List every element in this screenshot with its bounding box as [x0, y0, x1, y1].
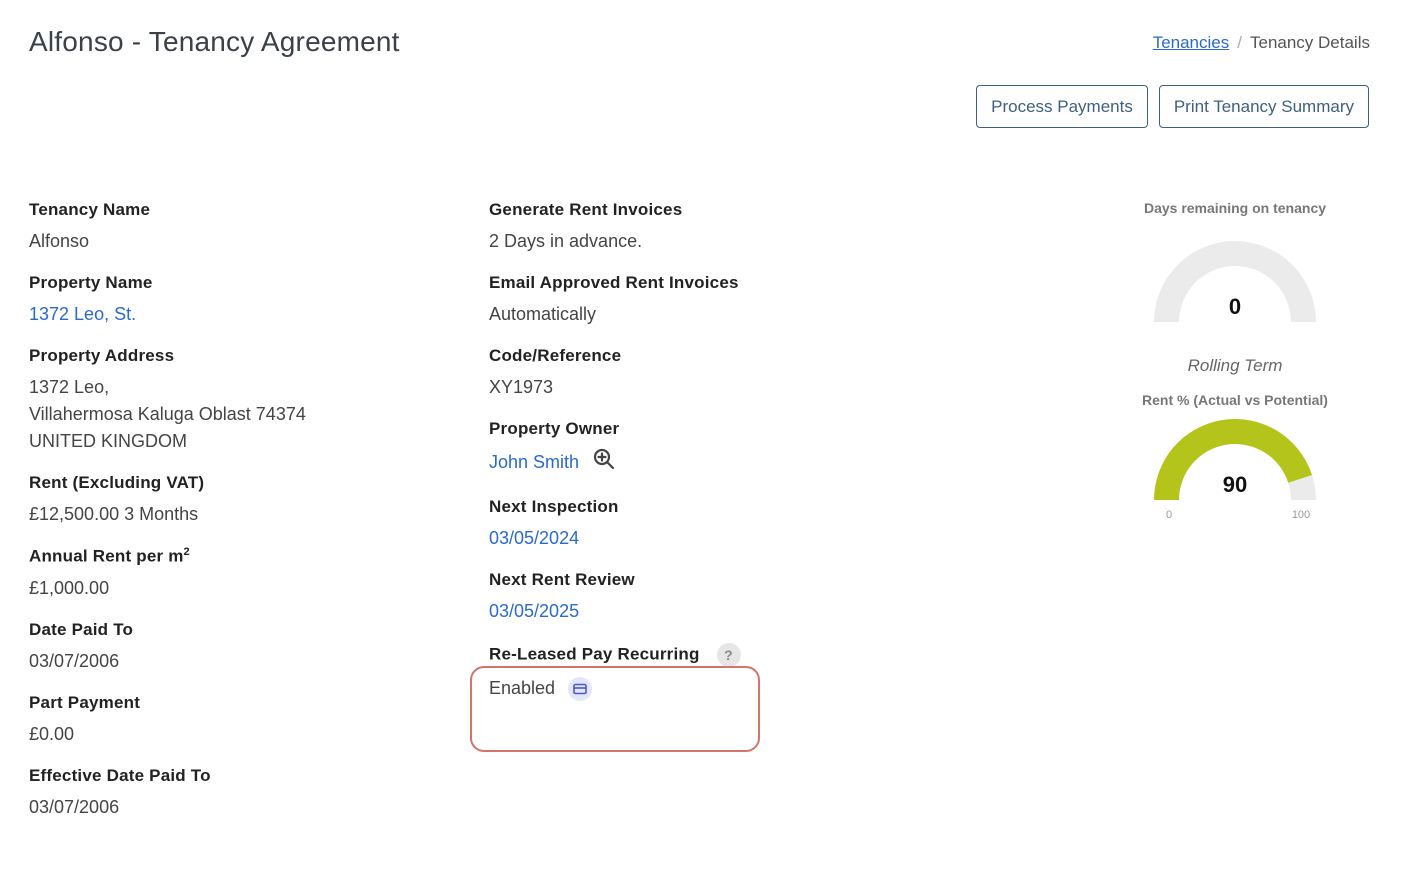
annual-rent-value: £1,000.00 — [29, 577, 110, 598]
rent-percent-gauge: 90 0 100 — [1154, 419, 1316, 521]
magnify-zoom-icon[interactable] — [592, 447, 616, 479]
details-middle-column: Generate Rent Invoices 2 Days in advance… — [489, 200, 909, 720]
code-reference-label: Code/Reference — [489, 346, 622, 365]
print-tenancy-summary-button[interactable]: Print Tenancy Summary — [1158, 85, 1369, 128]
rent-label: Rent (Excluding VAT) — [29, 473, 205, 492]
rent-gauge-value: 90 — [1223, 472, 1247, 497]
property-owner-value: John Smith — [489, 447, 909, 479]
days-remaining-gauge: 0 — [1154, 241, 1316, 322]
next-rent-review-field: Next Rent Review 03/05/2025 — [489, 570, 909, 625]
property-name-label: Property Name — [29, 273, 153, 292]
property-address-field: Property Address 1372 Leo, Villahermosa … — [29, 346, 449, 455]
rent-gauge-min: 0 — [1166, 509, 1172, 521]
annual-rent-label: Annual Rent per m2 — [29, 546, 449, 567]
recurring-pay-label: Re-Leased Pay Recurring ? — [489, 643, 909, 667]
property-name-link[interactable]: 1372 Leo, St. — [29, 301, 449, 328]
breadcrumb: Tenancies / Tenancy Details — [1153, 33, 1370, 53]
date-paid-to-label: Date Paid To — [29, 619, 134, 639]
rent-field: Rent (Excluding VAT) £12,500.00 3 Months — [29, 473, 449, 528]
rolling-term-label: Rolling Term — [1187, 356, 1283, 375]
rent-gauge-max: 100 — [1292, 509, 1310, 521]
generate-invoices-value: 2 Days in advance. — [489, 231, 643, 251]
effective-date-label: Effective Date Paid To — [29, 765, 211, 785]
part-payment-value: £0.00 — [29, 723, 75, 744]
property-name-field: Property Name 1372 Leo, St. — [29, 273, 449, 328]
next-inspection-field: Next Inspection 03/05/2024 — [489, 497, 909, 552]
process-payments-button[interactable]: Process Payments — [976, 85, 1148, 128]
effective-date-value: 03/07/2006 — [29, 796, 120, 817]
property-address-line1: 1372 Leo, — [29, 377, 110, 397]
property-owner-label: Property Owner — [489, 419, 620, 438]
details-left-column: Tenancy Name Alfonso Property Name 1372 … — [29, 200, 449, 839]
next-rent-review-label: Next Rent Review — [489, 570, 635, 589]
breadcrumb-current: Tenancy Details — [1249, 33, 1370, 52]
page-title: Alfonso - Tenancy Agreement — [29, 26, 400, 57]
recurring-highlight-outline — [470, 666, 760, 752]
annual-rent-label-text: Annual Rent per m — [29, 546, 184, 566]
action-bar: Process Payments Print Tenancy Summary — [976, 85, 1369, 128]
part-payment-label: Part Payment — [29, 692, 141, 712]
property-owner-field: Property Owner John Smith — [489, 419, 909, 479]
next-rent-review-link[interactable]: 03/05/2025 — [489, 598, 909, 625]
property-address-line2: Villahermosa Kaluga Oblast 74374 — [29, 404, 306, 424]
property-owner-link[interactable]: John Smith — [489, 452, 579, 472]
rent-value: £12,500.00 3 Months — [29, 504, 199, 524]
breadcrumb-tenancies-link[interactable]: Tenancies — [1153, 33, 1230, 53]
email-invoices-field: Email Approved Rent Invoices Automatical… — [489, 273, 909, 328]
email-invoices-value: Automatically — [489, 304, 597, 324]
next-inspection-link[interactable]: 03/05/2024 — [489, 525, 909, 552]
breadcrumb-separator: / — [1237, 33, 1242, 52]
next-inspection-label: Next Inspection — [489, 497, 619, 516]
date-paid-to-field: Date Paid To 03/07/2006 — [29, 620, 449, 675]
property-address-label: Property Address — [29, 346, 175, 365]
rent-percent-title: Rent % (Actual vs Potential) — [1142, 392, 1328, 408]
days-gauge-value: 0 — [1229, 294, 1241, 319]
annual-rent-label-sup: 2 — [183, 546, 190, 558]
tenancy-name-label: Tenancy Name — [29, 200, 151, 219]
code-reference-value: XY1973 — [489, 377, 554, 397]
gauges-panel: Days remaining on tenancy 0 Rolling Term… — [1110, 200, 1360, 536]
part-payment-field: Part Payment £0.00 — [29, 693, 449, 748]
effective-date-field: Effective Date Paid To 03/07/2006 — [29, 766, 449, 821]
property-address-line3: UNITED KINGDOM — [29, 431, 188, 451]
help-question-icon[interactable]: ? — [716, 643, 741, 667]
days-remaining-title: Days remaining on tenancy — [1143, 200, 1327, 216]
email-invoices-label: Email Approved Rent Invoices — [489, 273, 739, 292]
annual-rent-field: Annual Rent per m2 £1,000.00 — [29, 546, 449, 602]
recurring-pay-label-text: Re-Leased Pay Recurring — [489, 644, 700, 664]
generate-invoices-label: Generate Rent Invoices — [489, 200, 683, 219]
tenancy-name-field: Tenancy Name Alfonso — [29, 200, 449, 255]
code-reference-field: Code/Reference XY1973 — [489, 346, 909, 401]
tenancy-name-value: Alfonso — [29, 231, 90, 251]
date-paid-to-value: 03/07/2006 — [29, 650, 120, 671]
generate-invoices-field: Generate Rent Invoices 2 Days in advance… — [489, 200, 909, 255]
